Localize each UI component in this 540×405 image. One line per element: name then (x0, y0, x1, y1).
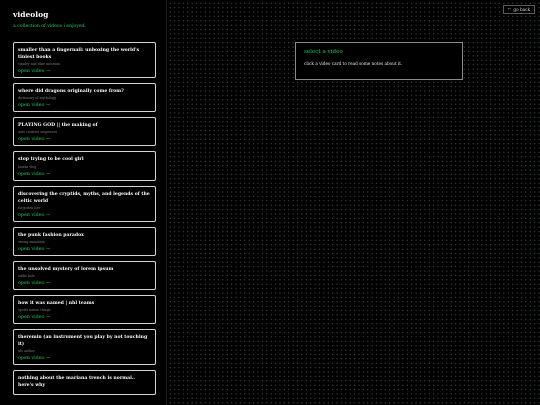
video-card[interactable]: nothing about the mariana trench is norm… (13, 370, 156, 395)
open-video-link[interactable]: open video → (18, 315, 151, 320)
notes-text: click a video card to read some notes ab… (304, 61, 403, 66)
video-author: tdc author (18, 349, 35, 354)
arrow-left-icon: ← (507, 7, 512, 12)
video-author: addie kole (18, 273, 35, 278)
open-video-link[interactable]: open video → (18, 356, 151, 361)
video-card[interactable]: where did dragons originally come from? d… (13, 83, 156, 113)
video-title: smaller than a fingernail: unboxing the … (18, 48, 140, 61)
video-card[interactable]: discovering the cryptids, myths, and leg… (13, 185, 156, 222)
video-author: dictionary of mythology (18, 96, 57, 101)
video-title: nothing about the mariana trench is norm… (18, 376, 136, 389)
notes-title: select a video (304, 49, 343, 55)
page: videolog a collection of videos i enjoye… (0, 0, 540, 405)
go-back-button[interactable]: ← go back (502, 5, 535, 14)
sidebar: videolog a collection of videos i enjoye… (0, 0, 167, 405)
video-card[interactable]: stop trying to be cool girl laurka vlog op… (13, 151, 156, 181)
video-author: sports nation things (18, 308, 51, 313)
video-author: stanley and elise museum (18, 62, 60, 67)
site-title: videolog (13, 10, 49, 19)
video-title: PLAYING GOD || the making of (18, 123, 98, 129)
notes-panel: select a video click a video card to rea… (295, 42, 463, 80)
video-title: the unsolved mystery of lorem ipsum (18, 266, 114, 272)
go-back-label: go back (513, 7, 530, 12)
video-card[interactable]: the unsolved mystery of lorem ipsum addie… (13, 260, 156, 290)
video-author: strong mountain (18, 239, 45, 244)
video-author: forgotten lore (18, 205, 41, 210)
video-title: discovering the cryptids, myths, and leg… (18, 191, 150, 204)
video-title: stop trying to be cool girl (18, 157, 84, 163)
site-subtitle: a collection of videos i enjoyed. (13, 24, 87, 29)
video-card-list: smaller than a fingernail: unboxing the … (13, 42, 156, 400)
notes-pane: ← go back select a video click a video c… (167, 0, 540, 405)
video-title: how it was named | nhl teams (18, 300, 95, 306)
open-video-link[interactable]: open video → (18, 281, 151, 286)
open-video-link[interactable]: open video → (18, 213, 151, 218)
video-title: the punk fashion paradox (18, 232, 84, 238)
open-video-link[interactable]: open video → (18, 69, 151, 74)
open-video-link[interactable]: open video → (18, 172, 151, 177)
video-title: where did dragons originally come from? (18, 89, 124, 95)
video-card[interactable]: smaller than a fingernail: unboxing the … (13, 42, 156, 79)
open-video-link[interactable]: open video → (18, 103, 151, 108)
open-video-link[interactable]: open video → (18, 137, 151, 142)
video-card[interactable]: the punk fashion paradox strong mountain o… (13, 226, 156, 256)
video-card[interactable]: how it was named | nhl teams sports natio… (13, 294, 156, 325)
video-author: laurka vlog (18, 164, 37, 169)
video-card[interactable]: theremin (an instrument you play by not … (13, 329, 156, 366)
video-author: auto creative sequences (18, 130, 58, 135)
open-video-link[interactable]: open video → (18, 247, 151, 252)
video-title: theremin (an instrument you play by not … (18, 335, 148, 348)
video-card[interactable]: PLAYING GOD || the making of auto creativ… (13, 117, 156, 147)
